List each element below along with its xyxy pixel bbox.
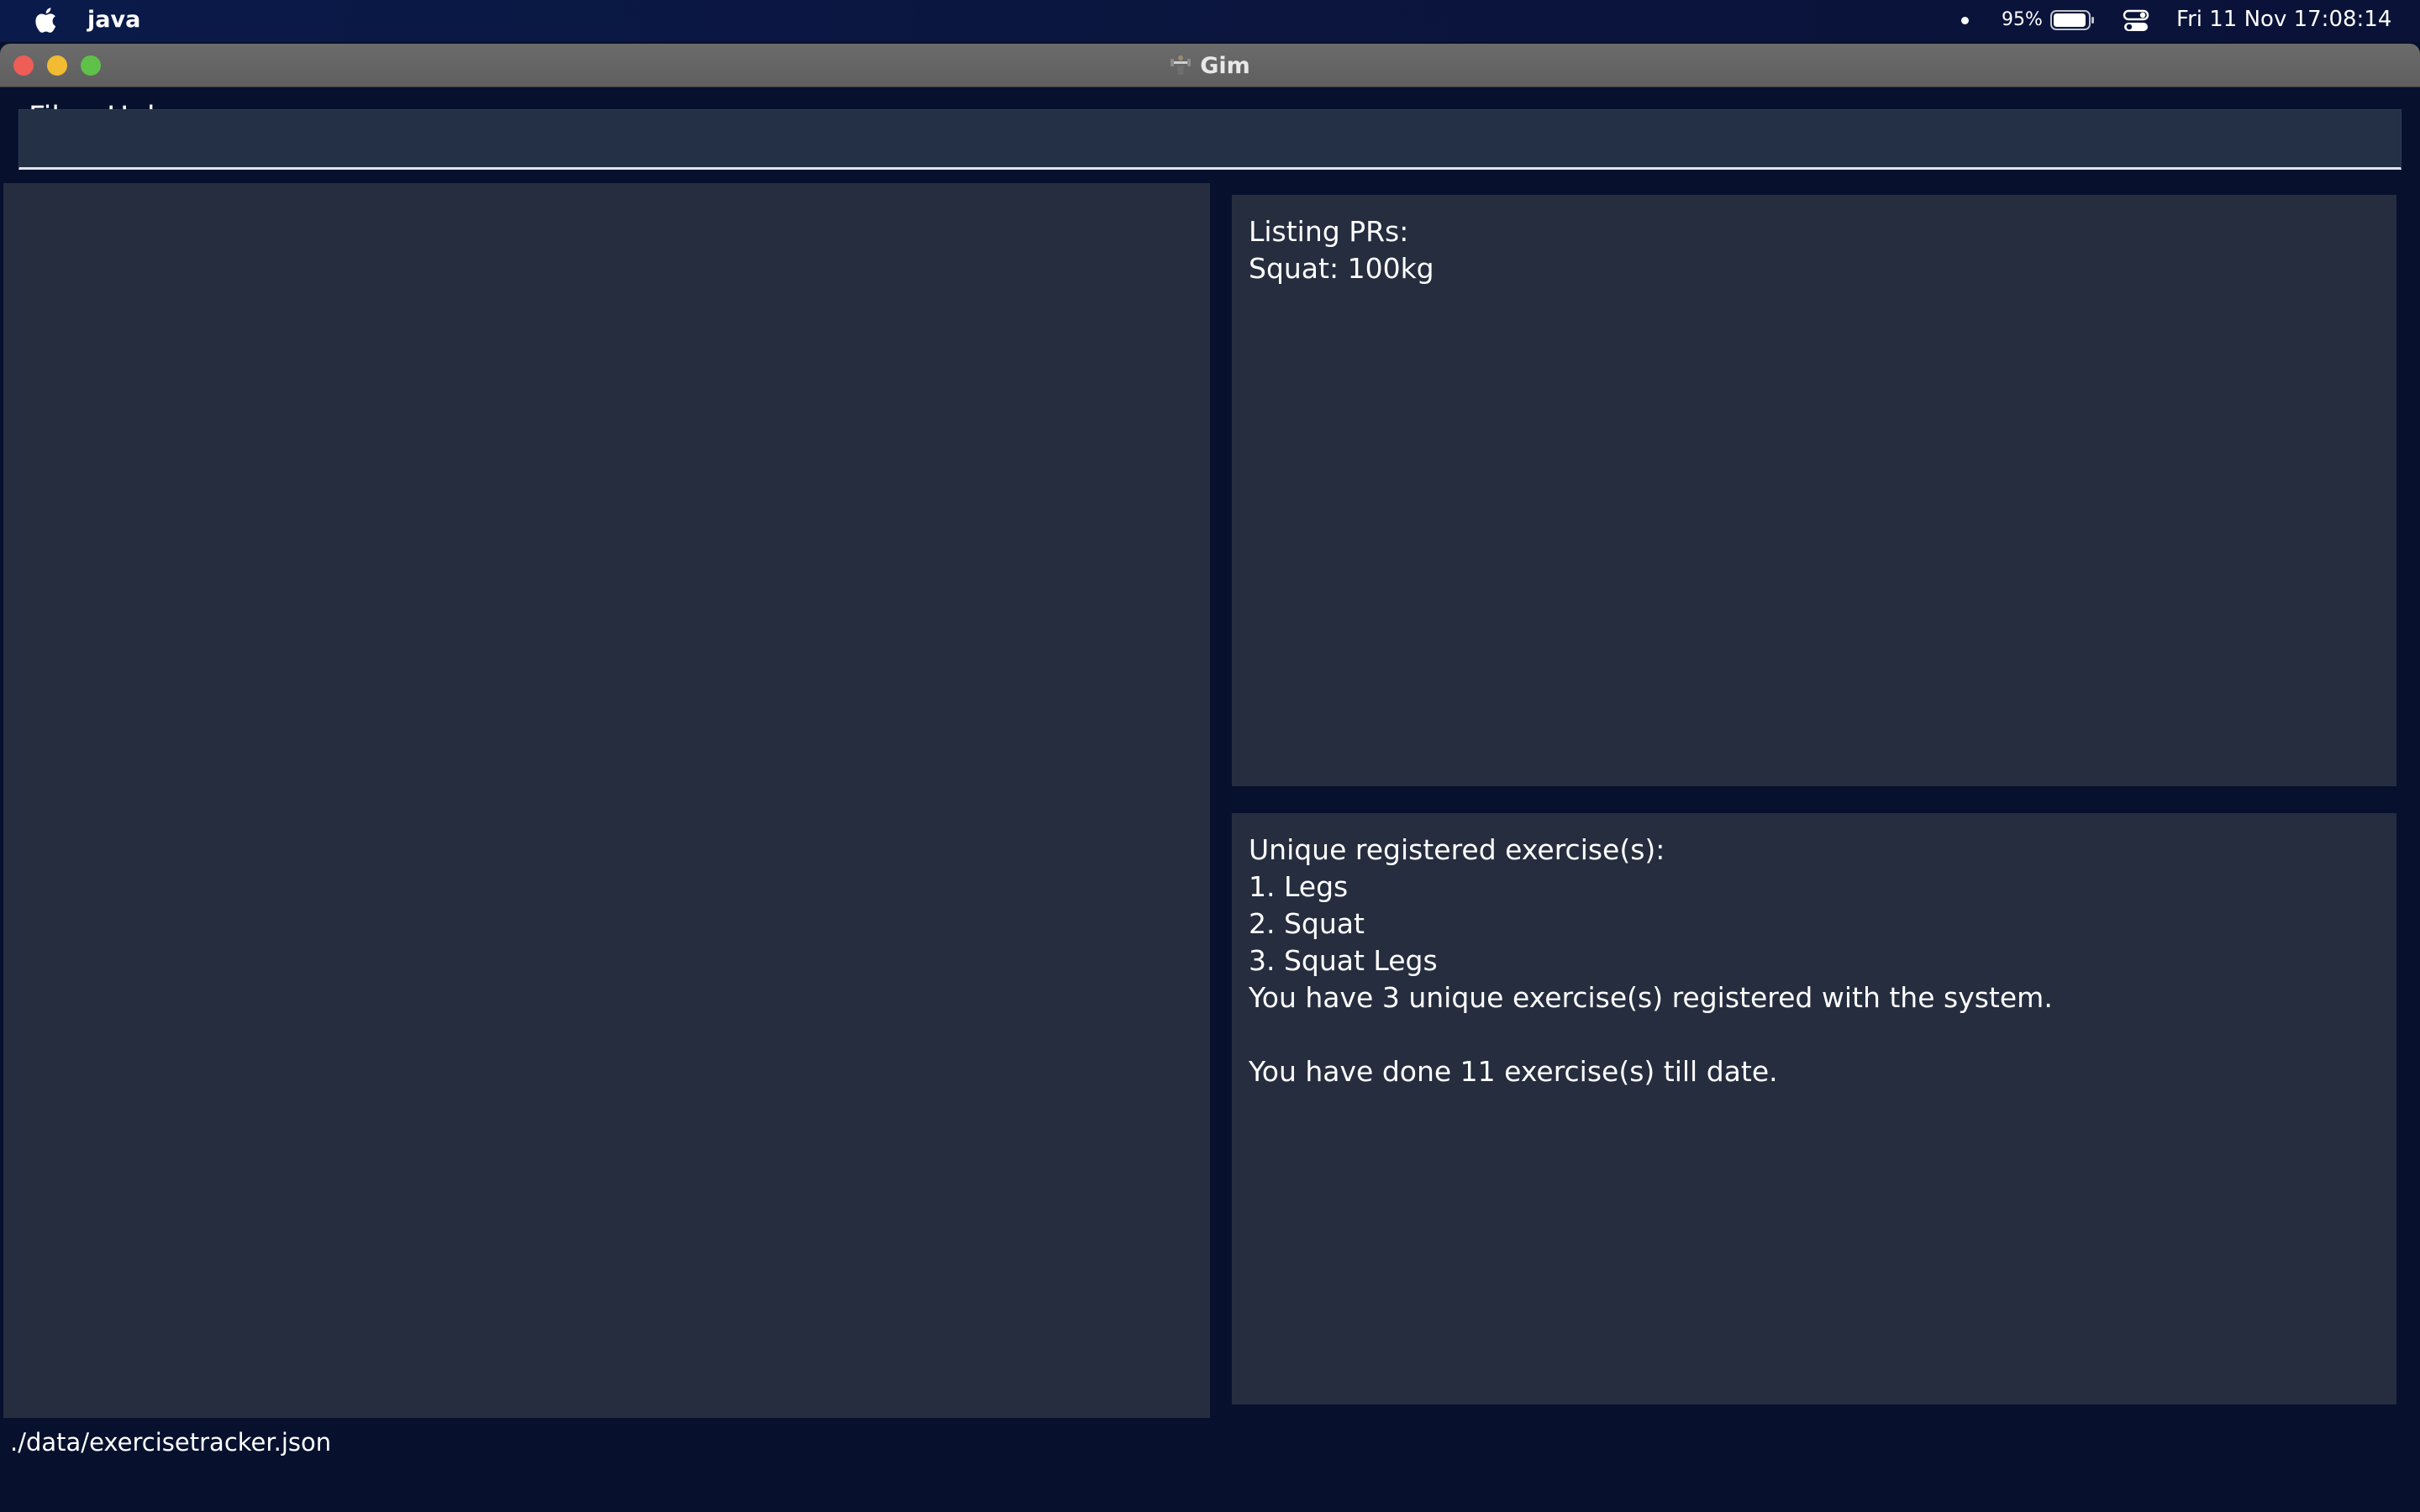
pr-entry: Squat: 100kg bbox=[1249, 252, 1434, 285]
battery-icon[interactable] bbox=[2050, 9, 2096, 31]
dumbbell-icon bbox=[1171, 55, 1192, 75]
pr-result-panel[interactable]: Listing PRs: Squat: 100kg bbox=[1232, 195, 2396, 786]
apple-logo-icon[interactable] bbox=[32, 5, 57, 35]
exercise-summary-header: Unique registered exercise(s): bbox=[1249, 833, 1665, 866]
window-title: Gim bbox=[1200, 52, 1250, 79]
exercise-entry: 3. Squat Legs bbox=[1249, 944, 1438, 977]
unique-exercise-count-text: You have 3 unique exercise(s) registered… bbox=[1249, 981, 2053, 1014]
total-exercise-count-text: You have done 11 exercise(s) till date. bbox=[1249, 1055, 1778, 1088]
window-titlebar[interactable]: Gim bbox=[0, 44, 2420, 87]
exercise-summary-panel[interactable]: Unique registered exercise(s): 1. Legs 2… bbox=[1232, 813, 2396, 1404]
save-file-path: ./data/exercisetracker.json bbox=[10, 1428, 332, 1457]
control-center-icon[interactable] bbox=[2123, 8, 2149, 34]
exercise-entry: 2. Squat bbox=[1249, 907, 1365, 940]
battery-percent: 95% bbox=[2002, 9, 2043, 30]
window-title-group: Gim bbox=[0, 44, 2420, 87]
menubar-clock[interactable]: Fri 11 Nov 17:08:14 bbox=[2176, 7, 2391, 32]
command-input[interactable] bbox=[18, 109, 2402, 170]
exercise-entry: 1. Legs bbox=[1249, 870, 1349, 903]
status-dot-icon bbox=[1961, 17, 1969, 24]
pr-header: Listing PRs: bbox=[1249, 215, 1409, 248]
exercise-list-panel[interactable] bbox=[3, 183, 1210, 1418]
system-menu-bar: java 95% Fri 11 Nov 17:08:14 bbox=[0, 0, 2420, 42]
active-app-name[interactable]: java bbox=[87, 7, 140, 33]
status-bar: ./data/exercisetracker.json bbox=[0, 1420, 2420, 1468]
